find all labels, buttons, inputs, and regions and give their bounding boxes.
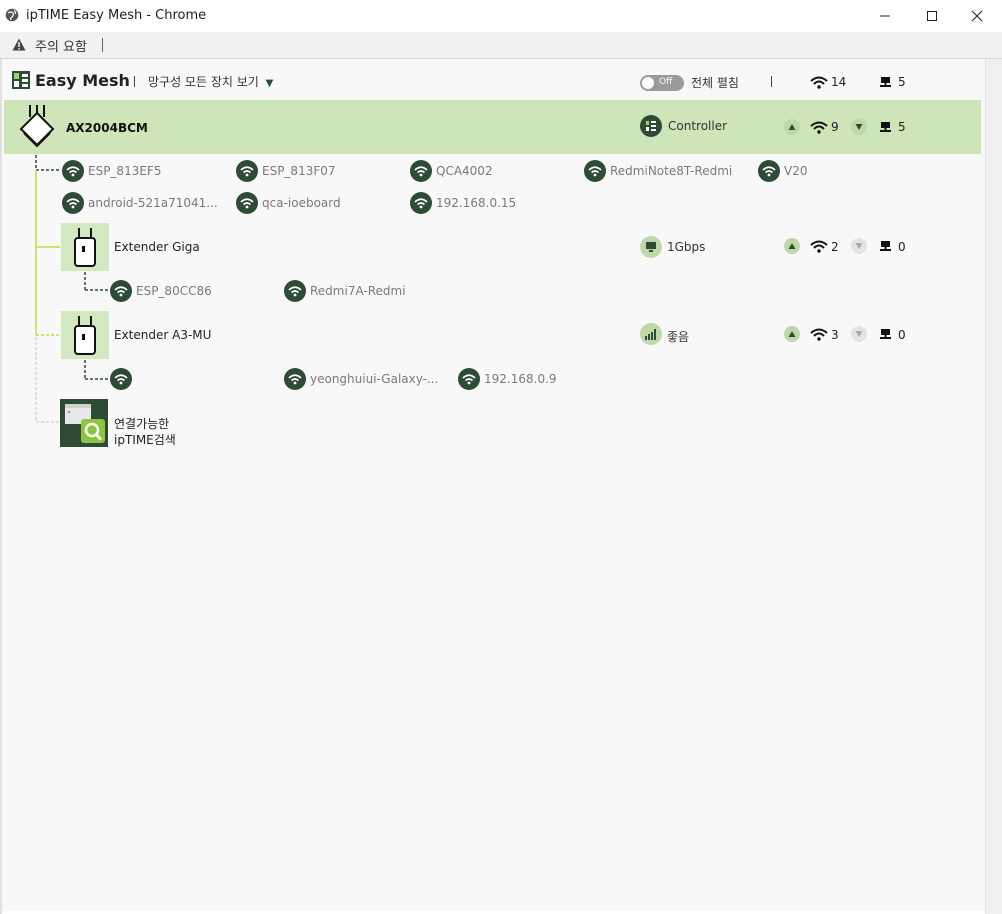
triangle-down-icon <box>855 331 863 337</box>
client-name[interactable]: android-521a71041... <box>88 196 218 210</box>
wifi-icon <box>114 373 128 384</box>
client-name[interactable]: qca-ioeboard <box>262 196 341 210</box>
client-wifi-icon <box>110 280 132 302</box>
extender-giga-tile[interactable] <box>61 223 109 271</box>
client-name[interactable]: ESP_80CC86 <box>136 284 212 298</box>
triangle-down-icon <box>855 243 863 249</box>
wifi-icon <box>240 197 254 208</box>
client-wifi-icon <box>236 192 258 214</box>
extender-down-button[interactable] <box>851 326 867 342</box>
wifi-icon <box>288 285 302 296</box>
client-wifi-icon <box>758 160 780 182</box>
extender-up-button[interactable] <box>784 238 800 254</box>
wifi-icon <box>414 165 428 176</box>
topology-lines <box>35 155 108 423</box>
client-name[interactable]: 192.168.0.9 <box>484 372 557 386</box>
client-wifi-icon <box>62 160 84 182</box>
wifi-icon <box>762 165 776 176</box>
extender-device-icon <box>74 228 96 267</box>
client-wifi-icon <box>410 160 432 182</box>
extender-wired-count: 0 <box>898 328 906 342</box>
wifi-icon <box>414 197 428 208</box>
wifi-icon <box>288 373 302 384</box>
extender-wired-count: 0 <box>898 240 906 254</box>
client-name[interactable]: ESP_813F07 <box>262 164 336 178</box>
extender-a3mu-tile[interactable] <box>61 311 109 359</box>
search-device-icon <box>65 404 105 443</box>
wifi-icon <box>66 165 80 176</box>
wifi-icon <box>240 165 254 176</box>
client-wifi-icon <box>284 368 306 390</box>
client-wifi-icon <box>236 160 258 182</box>
extender-device-icon <box>74 316 96 355</box>
search-label-line2: ipTIME검색 <box>114 433 176 447</box>
wifi-icon <box>462 373 476 384</box>
extender-up-button[interactable] <box>784 326 800 342</box>
extender-name: Extender Giga <box>114 240 200 254</box>
wired-device-icon <box>880 329 891 339</box>
wifi-icon <box>66 197 80 208</box>
extender-wifi-count: 2 <box>831 240 839 254</box>
monitor-icon <box>646 242 656 252</box>
client-name[interactable]: QCA4002 <box>436 164 493 178</box>
triangle-up-icon <box>788 243 796 249</box>
wired-link-icon <box>640 236 662 258</box>
client-wifi-icon <box>62 192 84 214</box>
client-wifi-icon <box>458 368 480 390</box>
client-name[interactable]: ESP_813EF5 <box>88 164 161 178</box>
signal-strength-icon <box>640 323 662 345</box>
client-wifi-icon <box>584 160 606 182</box>
client-name[interactable]: RedmiNote8T-Redmi <box>610 164 732 178</box>
extender-wifi-count: 3 <box>831 328 839 342</box>
wifi-icon <box>588 165 602 176</box>
wifi-icon <box>810 240 828 253</box>
client-name[interactable]: V20 <box>784 164 807 178</box>
extender-link-speed: 1Gbps <box>667 240 706 254</box>
client-wifi-icon <box>284 280 306 302</box>
wired-device-icon <box>880 241 891 251</box>
client-wifi-icon <box>410 192 432 214</box>
extender-down-button[interactable] <box>851 238 867 254</box>
client-name[interactable]: yeonghuiui-Galaxy-... <box>310 372 438 386</box>
triangle-up-icon <box>788 331 796 337</box>
client-name[interactable]: 192.168.0.15 <box>436 196 516 210</box>
search-label-line1: 연결가능한 <box>114 417 170 431</box>
extender-signal-quality: 좋음 <box>667 330 690 344</box>
search-iptime-button[interactable] <box>60 399 108 447</box>
signal-bars-icon <box>645 329 656 340</box>
wifi-icon <box>114 285 128 296</box>
client-wifi-icon <box>110 368 132 390</box>
extender-name: Extender A3-MU <box>114 328 212 342</box>
client-name[interactable]: Redmi7A-Redmi <box>310 284 406 298</box>
wifi-icon <box>810 328 828 341</box>
